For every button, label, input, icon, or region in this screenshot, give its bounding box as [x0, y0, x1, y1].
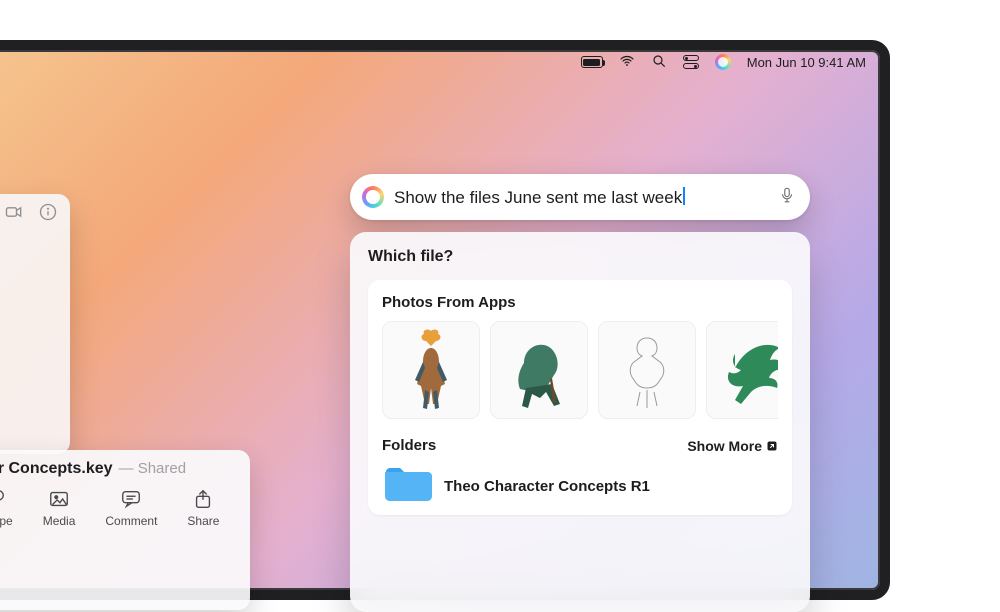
show-more-button[interactable]: Show More [687, 438, 778, 454]
siri-results-panel: Which file? Photos From Apps Folders [350, 232, 810, 612]
photos-section-title: Photos From Apps [382, 294, 778, 311]
keynote-window[interactable]: e Character Concepts.key — Shared xt Sha… [0, 450, 250, 610]
search-query-text[interactable]: Show the files June sent me last week [394, 187, 768, 208]
keynote-toolbar: xt Shape Media Comment Share [0, 478, 250, 528]
desktop-wallpaper: Mon Jun 10 9:41 AM omorrow! e Character … [0, 40, 890, 600]
siri-menu-icon[interactable] [715, 54, 731, 70]
battery-icon[interactable] [581, 56, 603, 68]
facetime-video-icon[interactable] [4, 202, 24, 227]
folder-name: Theo Character Concepts R1 [444, 478, 650, 495]
keynote-title-bar: e Character Concepts.key — Shared [0, 460, 250, 478]
photos-thumbnail-row [382, 321, 778, 419]
text-cursor [683, 187, 685, 205]
control-center-icon[interactable] [683, 54, 699, 70]
menu-bar: Mon Jun 10 9:41 AM [0, 50, 880, 74]
shared-badge: — Shared [119, 460, 187, 477]
comment-button[interactable]: Comment [105, 488, 157, 528]
arrow-out-icon [766, 440, 778, 452]
wifi-icon[interactable] [619, 53, 635, 72]
messages-window[interactable]: omorrow! [0, 194, 70, 454]
info-icon[interactable] [38, 202, 58, 227]
results-prompt-title: Which file? [368, 248, 792, 266]
share-button[interactable]: Share [187, 488, 219, 528]
folder-icon [382, 464, 432, 509]
photo-thumbnail[interactable] [490, 321, 588, 419]
shape-button[interactable]: Shape [0, 488, 13, 528]
document-title: e Character Concepts.key [0, 460, 113, 478]
spotlight-search-icon[interactable] [651, 53, 667, 72]
microphone-icon[interactable] [778, 186, 796, 209]
results-card: Photos From Apps Folders Show More [368, 280, 792, 515]
photo-thumbnail[interactable] [706, 321, 778, 419]
media-button[interactable]: Media [43, 488, 76, 528]
folder-result-item[interactable]: Theo Character Concepts R1 [382, 464, 778, 509]
siri-icon [362, 186, 384, 208]
datetime-display[interactable]: Mon Jun 10 9:41 AM [747, 55, 866, 70]
siri-search-bar[interactable]: Show the files June sent me last week [350, 174, 810, 220]
folders-section-title: Folders [382, 437, 436, 454]
photo-thumbnail[interactable] [598, 321, 696, 419]
photo-thumbnail[interactable] [382, 321, 480, 419]
